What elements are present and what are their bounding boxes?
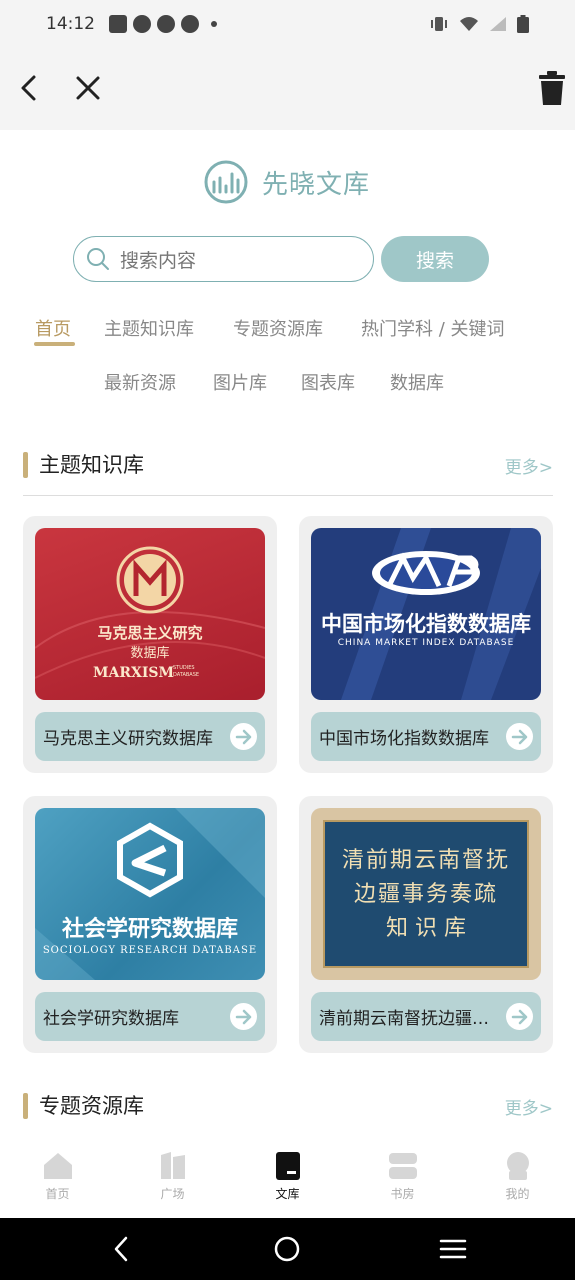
card-cover-image: 社会学研究数据库 SOCIOLOGY RESEARCH DATABASE <box>35 808 265 980</box>
system-home-icon[interactable] <box>273 1235 301 1263</box>
logo: 先晓文库 <box>202 158 370 206</box>
card-cover-image: 清前期云南督抚 边疆事务奏疏 知 识 库 <box>311 808 541 980</box>
top-bar <box>0 48 575 130</box>
battery-icon <box>517 15 529 33</box>
database-card[interactable]: 中国市场化指数数据库 CHINA MARKET INDEX DATABASE 中… <box>299 516 553 773</box>
notification-icon <box>181 15 199 33</box>
search-button[interactable]: 搜索 <box>381 236 489 282</box>
card-label[interactable]: 中国市场化指数数据库 <box>311 712 541 761</box>
section-title: 专题资源库 <box>39 1094 144 1118</box>
home-icon <box>43 1153 72 1179</box>
card-cover-image: 马克思主义研究 数据库 MARXISM STUDIES DATABASE <box>35 528 265 700</box>
database-card[interactable]: 社会学研究数据库 SOCIOLOGY RESEARCH DATABASE 社会学… <box>23 796 277 1053</box>
cover-english-line: DATABASE <box>173 672 200 678</box>
system-back-icon[interactable] <box>111 1235 131 1263</box>
section-header: 主题知识库 更多> <box>23 444 553 484</box>
tab-theme-library[interactable]: 主题知识库 <box>104 315 194 341</box>
nav-study[interactable]: 书房 <box>345 1135 460 1218</box>
close-icon <box>76 76 100 100</box>
nav-label: 我的 <box>505 1187 530 1201</box>
nav-label: 文库 <box>275 1187 300 1201</box>
arrow-right-icon[interactable] <box>230 1003 257 1030</box>
status-time: 14:12 <box>46 14 95 34</box>
study-icon <box>388 1153 417 1179</box>
cover-title-line: 边疆事务奏疏 <box>353 882 498 907</box>
card-cover-image: 中国市场化指数数据库 CHINA MARKET INDEX DATABASE <box>311 528 541 700</box>
tab-hot-subjects[interactable]: 热门学科 / 关键词 <box>361 315 505 341</box>
card-label[interactable]: 清前期云南督抚边疆事务奏疏知识库 <box>311 992 541 1041</box>
nav-label: 广场 <box>160 1187 185 1201</box>
nav-library[interactable]: 文库 <box>230 1135 345 1218</box>
search-input[interactable]: 搜索内容 <box>73 236 374 282</box>
notification-icon <box>157 15 175 33</box>
system-icons <box>429 15 529 33</box>
cover-english: MARXISM <box>93 665 175 681</box>
search-placeholder: 搜索内容 <box>120 249 197 272</box>
logo-icon <box>204 160 248 204</box>
tab-active-indicator <box>34 342 75 346</box>
main-content: 先晓文库 搜索内容 搜索 首页 主题知识库 专题资源库 热门学科 / 关键词 最… <box>0 130 575 1135</box>
system-nav-bar <box>0 1218 575 1280</box>
delete-button[interactable] <box>532 68 572 108</box>
tab-home[interactable]: 首页 <box>35 315 71 341</box>
section-header: 专题资源库 更多> <box>23 1085 553 1125</box>
more-link[interactable]: 更多> <box>505 453 553 478</box>
cover-title: 社会学研究数据库 <box>61 916 238 942</box>
nav-square[interactable]: 广场 <box>115 1135 230 1218</box>
section-title: 主题知识库 <box>39 453 144 477</box>
tab-charts[interactable]: 图表库 <box>301 369 355 395</box>
vibrate-icon <box>431 17 447 31</box>
close-button[interactable] <box>68 68 108 108</box>
divider <box>23 495 553 496</box>
back-arrow-icon <box>21 75 36 101</box>
tab-databases[interactable]: 数据库 <box>390 369 444 395</box>
nav-profile[interactable]: 我的 <box>460 1135 575 1218</box>
arrow-right-icon[interactable] <box>506 723 533 750</box>
card-title: 清前期云南督抚边疆事务奏疏知识库 <box>319 1009 502 1029</box>
logo-text: 先晓文库 <box>262 169 371 200</box>
trash-icon <box>539 71 565 105</box>
cover-english-small: STUDIES DATABASE <box>173 665 199 679</box>
arrow-right-icon[interactable] <box>506 1003 533 1030</box>
library-icon <box>275 1152 300 1180</box>
cover-subtitle: 数据库 <box>130 646 170 661</box>
tab-latest[interactable]: 最新资源 <box>104 369 176 395</box>
nav-label: 书房 <box>390 1187 415 1201</box>
notification-icons <box>109 15 217 33</box>
arrow-right-icon[interactable] <box>230 723 257 750</box>
notification-icon <box>133 15 151 33</box>
cover-english: SOCIOLOGY RESEARCH DATABASE <box>42 945 258 956</box>
wifi-icon <box>460 17 478 31</box>
nav-label: 首页 <box>45 1187 70 1201</box>
back-button[interactable] <box>9 68 49 108</box>
cover-title-line: 清前期云南督抚 <box>341 848 510 873</box>
square-icon <box>160 1152 185 1179</box>
system-menu-icon[interactable] <box>439 1238 467 1260</box>
card-label[interactable]: 马克思主义研究数据库 <box>35 712 265 761</box>
database-card[interactable]: 清前期云南督抚 边疆事务奏疏 知 识 库 清前期云南督抚边疆事务奏疏知识库 <box>299 796 553 1053</box>
cover-english-line: STUDIES <box>173 665 195 671</box>
tab-special-library[interactable]: 专题资源库 <box>233 315 323 341</box>
card-title: 马克思主义研究数据库 <box>43 729 213 749</box>
nav-home[interactable]: 首页 <box>0 1135 115 1218</box>
more-notifications-icon <box>211 21 217 27</box>
cover-title-line: 知 识 库 <box>386 916 466 941</box>
cover-english: CHINA MARKET INDEX DATABASE <box>337 638 515 648</box>
cover-title: 中国市场化指数数据库 <box>321 611 531 636</box>
card-title: 中国市场化指数数据库 <box>319 729 489 749</box>
section-accent-bar <box>23 1093 28 1119</box>
search-icon <box>87 248 109 270</box>
section-accent-bar <box>23 452 28 478</box>
more-link[interactable]: 更多> <box>505 1094 553 1119</box>
card-label[interactable]: 社会学研究数据库 <box>35 992 265 1041</box>
bottom-nav: 首页 广场 文库 书房 我的 <box>0 1135 575 1218</box>
signal-icon <box>490 17 506 31</box>
status-bar: 14:12 <box>0 0 575 48</box>
notification-icon <box>109 15 127 33</box>
database-card[interactable]: 马克思主义研究 数据库 MARXISM STUDIES DATABASE 马克思… <box>23 516 277 773</box>
tab-images[interactable]: 图片库 <box>213 369 267 395</box>
card-title: 社会学研究数据库 <box>43 1009 179 1029</box>
profile-icon <box>506 1152 529 1180</box>
cover-title: 马克思主义研究 <box>97 624 203 642</box>
